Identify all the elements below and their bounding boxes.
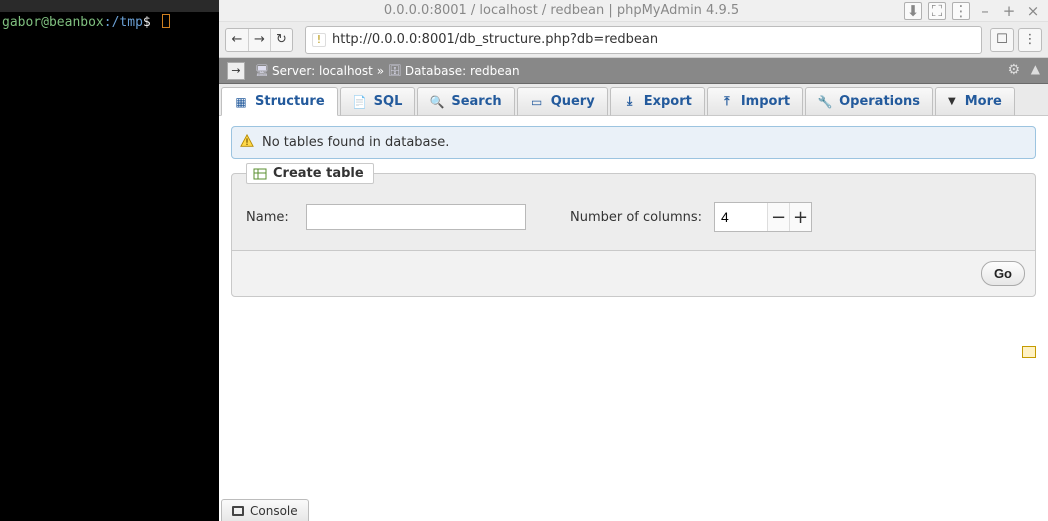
structure-icon: ▦ (234, 95, 248, 109)
breadcrumb-separator: » (377, 64, 384, 78)
nav-forward-button[interactable]: → (248, 29, 270, 51)
terminal-host: beanbox (49, 15, 104, 30)
terminal-path: /tmp (112, 15, 143, 30)
export-icon: ⤓ (623, 95, 637, 109)
tab-label: SQL (374, 94, 403, 109)
create-table-legend: Create table (246, 163, 374, 184)
tab-operations[interactable]: 🔧 Operations (805, 87, 933, 116)
url-text[interactable]: http://0.0.0.0:8001/db_structure.php?db=… (332, 32, 975, 47)
legend-label: Create table (273, 166, 364, 181)
tab-label: Structure (255, 94, 325, 109)
warning-icon (240, 134, 254, 148)
breadcrumb-database-label: Database: (405, 64, 466, 78)
columns-decrement-button[interactable]: − (767, 203, 789, 231)
sql-icon: 📄 (353, 95, 367, 109)
terminal-cursor[interactable] (162, 14, 170, 28)
console-label: Console (250, 504, 298, 518)
go-button[interactable]: Go (981, 261, 1025, 286)
panel-footer: Go (232, 250, 1035, 296)
name-label: Name: (246, 210, 294, 225)
chevron-down-icon: ▼ (948, 96, 956, 107)
notice-box: No tables found in database. (231, 126, 1036, 159)
sticky-note-icon[interactable] (1022, 346, 1036, 358)
breadcrumb-server-label: Server: (272, 64, 315, 78)
tab-query[interactable]: ▭ Query (517, 87, 608, 116)
fullscreen-icon[interactable]: ⛶ (928, 2, 946, 20)
terminal-prompt-line: gabor@beanbox:/tmp$ (0, 12, 219, 32)
search-icon: 🔍 (430, 95, 444, 109)
tab-label: Import (741, 94, 790, 109)
columns-label: Number of columns: (570, 210, 702, 225)
browser-menu-button[interactable]: ⋮ (1018, 28, 1042, 52)
console-toggle[interactable]: Console (221, 499, 309, 521)
tab-label: Operations (839, 94, 920, 109)
tab-more[interactable]: ▼ More (935, 87, 1015, 116)
query-icon: ▭ (530, 95, 544, 109)
nav-panel-toggle[interactable]: → (227, 62, 245, 80)
columns-input[interactable] (715, 203, 767, 231)
breadcrumb-server-link[interactable]: localhost (319, 64, 373, 78)
nav-button-group: ← → ↻ (225, 28, 293, 52)
tab-search[interactable]: 🔍 Search (417, 87, 514, 116)
terminal-prompt-symbol: $ (143, 15, 151, 30)
nav-reload-button[interactable]: ↻ (270, 29, 292, 51)
page-settings-icon[interactable]: ⚙ (1007, 62, 1020, 78)
bookmark-button[interactable]: ☐ (990, 28, 1014, 52)
console-icon (232, 506, 244, 516)
columns-spinner: − + (714, 202, 812, 232)
terminal-titlebar (0, 0, 219, 12)
tab-label: Query (551, 94, 595, 109)
security-warning-icon[interactable]: ! (312, 33, 326, 47)
database-icon: 🗄 (388, 64, 402, 77)
create-table-panel: Create table Name: Number of columns: − … (231, 173, 1036, 297)
browser-navbar: ← → ↻ ! http://0.0.0.0:8001/db_structure… (219, 22, 1048, 58)
import-icon: ⤒ (720, 95, 734, 109)
kebab-menu-icon[interactable]: ⋮ (952, 2, 970, 20)
nav-back-button[interactable]: ← (226, 29, 248, 51)
terminal-user: gabor (2, 15, 41, 30)
terminal-pane[interactable]: gabor@beanbox:/tmp$ (0, 0, 219, 521)
tab-label: Export (644, 94, 692, 109)
notice-text: No tables found in database. (262, 135, 449, 150)
window-titlebar: 0.0.0.0:8001 / localhost / redbean | php… (219, 0, 1048, 22)
operations-icon: 🔧 (818, 95, 832, 109)
create-table-icon (253, 167, 267, 181)
tab-label: Search (451, 94, 501, 109)
breadcrumb-database-link[interactable]: redbean (470, 64, 520, 78)
window-maximize-button[interactable]: + (1000, 2, 1018, 20)
tab-export[interactable]: ⤓ Export (610, 87, 705, 116)
tab-strip: ▦ Structure 📄 SQL 🔍 Search ▭ Query ⤓ Exp… (219, 84, 1048, 116)
browser-pane: 0.0.0.0:8001 / localhost / redbean | php… (219, 0, 1048, 521)
server-icon: 🖥 (255, 64, 269, 77)
breadcrumb-bar: → 🖥 Server: localhost » 🗄 Database: redb… (219, 58, 1048, 84)
tab-sql[interactable]: 📄 SQL (340, 87, 416, 116)
breadcrumb-collapse-icon[interactable]: ▲ (1031, 62, 1040, 76)
columns-increment-button[interactable]: + (789, 203, 811, 231)
table-name-input[interactable] (306, 204, 526, 230)
url-bar[interactable]: ! http://0.0.0.0:8001/db_structure.php?d… (305, 26, 982, 54)
content-area: No tables found in database. Create tabl… (219, 116, 1048, 521)
window-title: 0.0.0.0:8001 / localhost / redbean | php… (225, 3, 898, 18)
window-close-button[interactable]: × (1024, 2, 1042, 20)
tab-label: More (965, 94, 1002, 109)
tab-structure[interactable]: ▦ Structure (221, 87, 338, 116)
tab-import[interactable]: ⤒ Import (707, 87, 803, 116)
download-icon[interactable]: ⬇ (904, 2, 922, 20)
window-minimize-button[interactable]: – (976, 2, 994, 20)
